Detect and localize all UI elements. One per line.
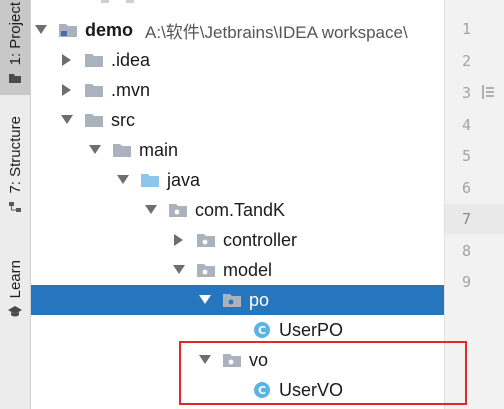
tree-node-mvn[interactable]: .mvn (31, 75, 444, 105)
line-number: 9 (461, 273, 471, 291)
tree-header-fragment (31, 0, 444, 12)
folder-icon (83, 111, 105, 129)
tree-node-uservo[interactable]: C UserVO (31, 375, 444, 405)
module-folder-icon (57, 21, 79, 39)
header-fragment (126, 0, 134, 3)
class-icon: C (251, 321, 273, 339)
folder-icon (111, 141, 133, 159)
tree-node-vo[interactable]: vo (31, 345, 444, 375)
chevron-down-icon[interactable] (171, 262, 187, 278)
folder-icon (83, 51, 105, 69)
tree-node-label: po (249, 289, 270, 310)
tree-node-label: .mvn (111, 79, 151, 100)
fold-marker-icon[interactable] (481, 84, 495, 105)
source-folder-icon (139, 171, 161, 189)
graduation-cap-icon (7, 304, 23, 322)
chevron-down-icon[interactable] (197, 292, 213, 308)
line-number: 8 (461, 242, 471, 260)
chevron-down-icon[interactable] (143, 202, 159, 218)
chevron-right-icon[interactable] (59, 52, 75, 68)
tree-node-src[interactable]: src (31, 105, 444, 135)
line-number: 4 (461, 116, 471, 134)
tree-node-demo[interactable]: demo A:\软件\Jetbrains\IDEA workspace\ (31, 15, 444, 45)
side-toolbar: 1: Project 7: Structure Learn (0, 0, 31, 409)
tree-node-userpo[interactable]: C UserPO (31, 315, 444, 345)
package-icon (221, 291, 243, 309)
learn-tool-tab[interactable]: Learn (0, 258, 30, 328)
project-path: A:\软件\Jetbrains\IDEA workspace\ (145, 22, 408, 42)
tree-node-label: java (167, 169, 201, 190)
structure-icon (8, 200, 22, 218)
line-number: 2 (461, 52, 471, 70)
tree-node-label: main (139, 139, 179, 160)
learn-tab-label: Learn (6, 260, 24, 299)
header-fragment (101, 0, 109, 3)
chevron-down-icon[interactable] (59, 112, 75, 128)
tree-node-label: UserVO (279, 379, 344, 400)
svg-text:C: C (258, 384, 266, 397)
package-icon (195, 231, 217, 249)
package-icon (221, 351, 243, 369)
project-tab-label: 1: Project (6, 2, 24, 66)
tree-node-label: vo (249, 349, 269, 370)
chevron-down-icon[interactable] (87, 142, 103, 158)
chevron-down-icon[interactable] (115, 172, 131, 188)
project-tool-tab[interactable]: 1: Project (0, 0, 30, 95)
line-number-current: 7 (461, 210, 471, 228)
tree-node-label: src (111, 109, 135, 130)
tree-node-label: .idea (111, 49, 151, 70)
package-icon (195, 261, 217, 279)
package-icon (167, 201, 189, 219)
tree-node-model[interactable]: model (31, 255, 444, 285)
tree-node-idea[interactable]: .idea (31, 45, 444, 75)
tree-node-label: UserPO (279, 319, 344, 340)
tree-node-main[interactable]: main (31, 135, 444, 165)
chevron-right-icon[interactable] (171, 232, 187, 248)
line-number: 1 (461, 20, 471, 38)
tree-node-po[interactable]: po (31, 285, 444, 315)
chevron-down-icon[interactable] (197, 352, 213, 368)
tree-node-label: model (223, 259, 273, 280)
class-icon: C (251, 381, 273, 399)
chevron-down-icon[interactable] (33, 22, 49, 38)
tree-node-controller[interactable]: controller (31, 225, 444, 255)
line-number: 5 (461, 147, 471, 165)
line-number: 6 (461, 179, 471, 197)
structure-tab-label: 7: Structure (6, 116, 24, 194)
project-tree: demo A:\软件\Jetbrains\IDEA workspace\ .id… (31, 0, 444, 409)
tree-node-label: demo (85, 19, 134, 40)
chevron-right-icon[interactable] (59, 82, 75, 98)
tree-node-package[interactable]: com.TandK (31, 195, 444, 225)
tree-node-label: com.TandK (195, 199, 286, 220)
svg-text:C: C (258, 324, 266, 337)
line-number: 3 (461, 84, 471, 102)
tree-node-java[interactable]: java (31, 165, 444, 195)
tree-node-label: controller (223, 229, 298, 250)
folder-icon (83, 81, 105, 99)
structure-tool-tab[interactable]: 7: Structure (0, 112, 30, 232)
project-folder-icon (8, 71, 22, 89)
editor-gutter: 1 2 3 4 5 6 7 8 9 (444, 0, 504, 409)
